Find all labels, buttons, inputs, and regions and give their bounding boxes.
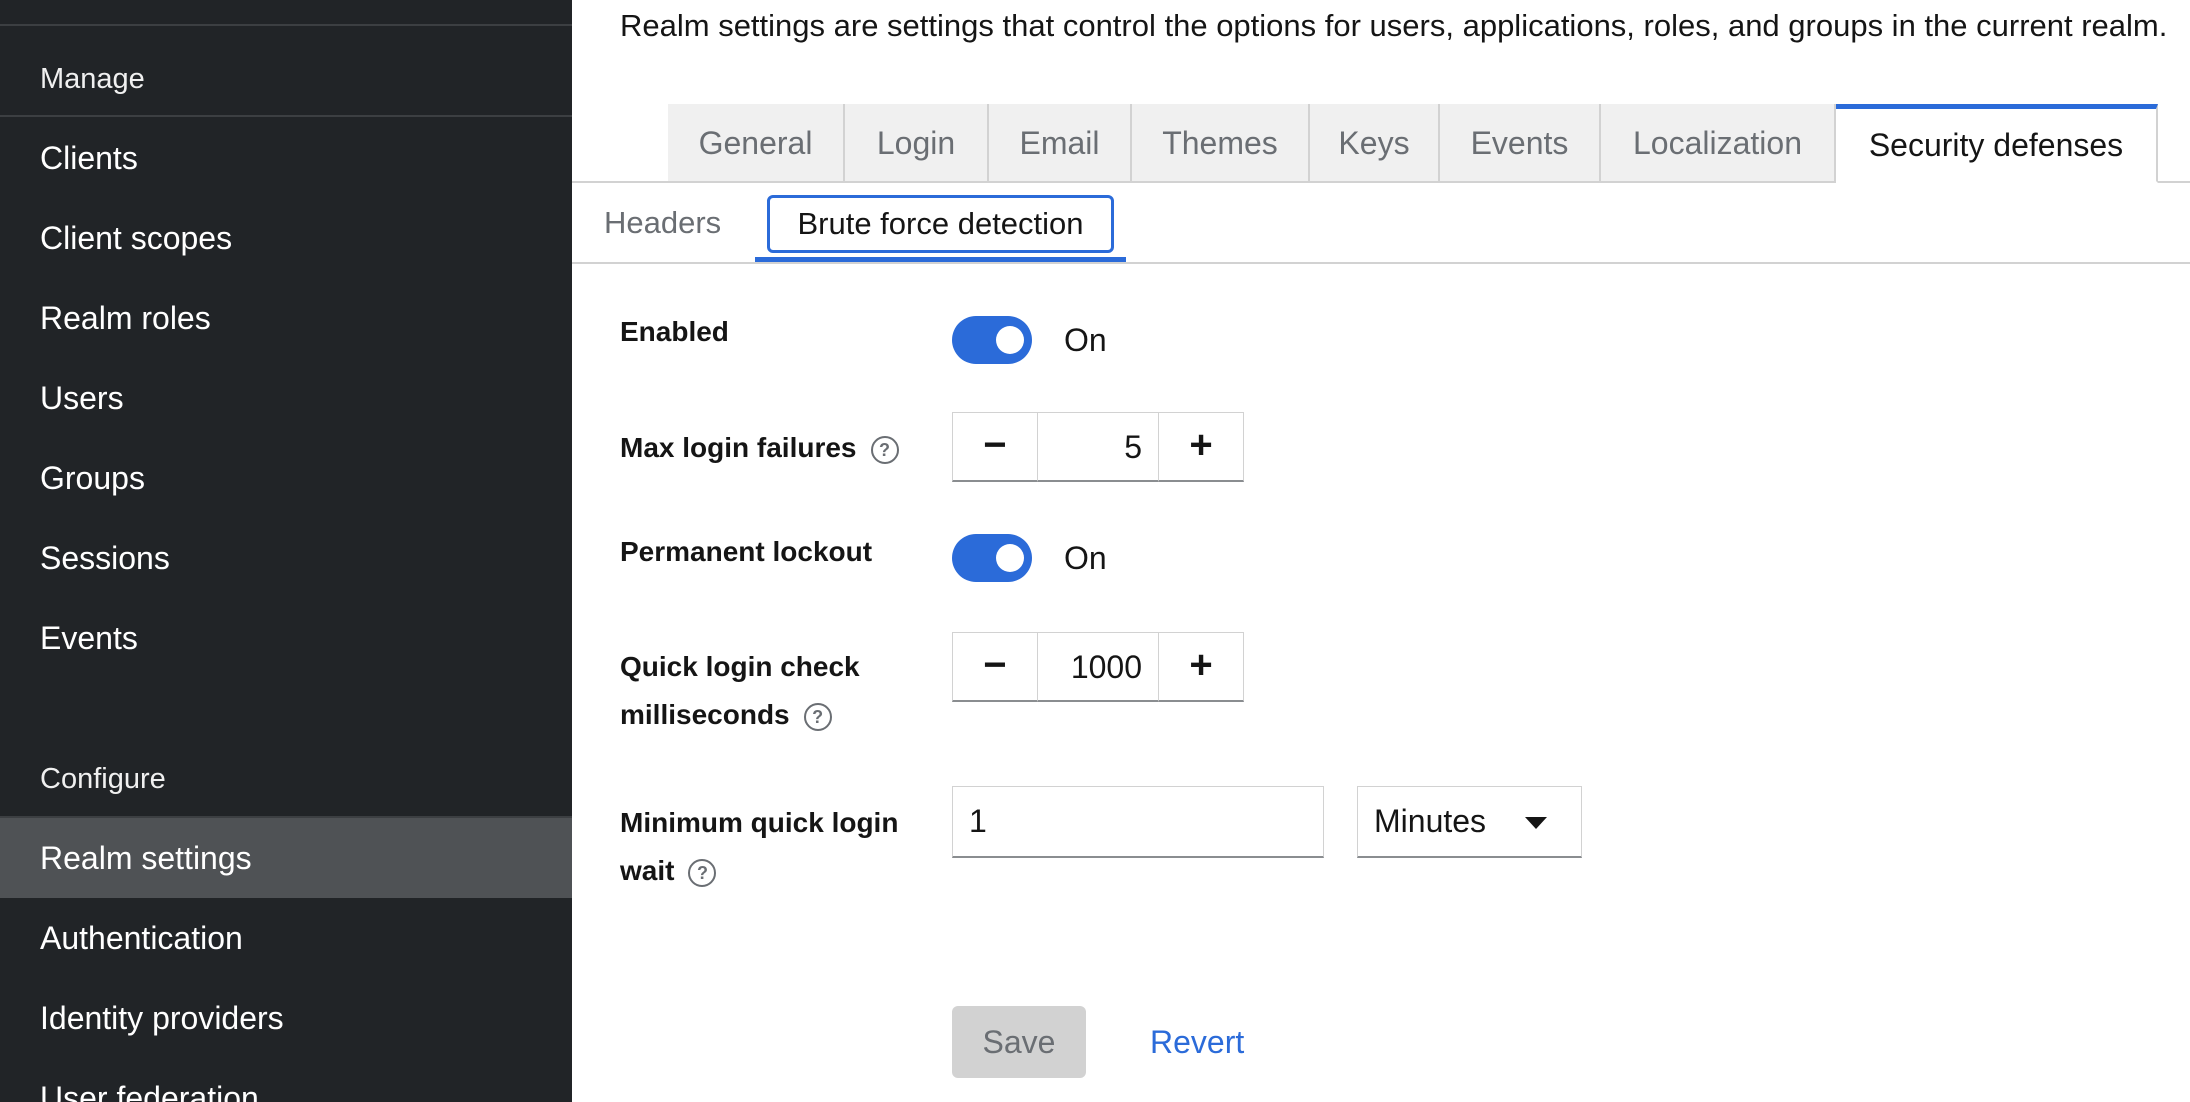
tab-login[interactable]: Login — [845, 104, 989, 183]
minimum-quick-login-wait-input[interactable]: 1 — [952, 786, 1324, 858]
subtab-active-indicator — [755, 257, 1126, 262]
sidebar-item-identity-providers[interactable]: Identity providers — [0, 978, 572, 1058]
tab-general[interactable]: General — [668, 104, 845, 183]
sidebar-item-clients[interactable]: Clients — [0, 118, 572, 198]
quick-login-check-input[interactable]: 1000 — [1038, 632, 1158, 702]
quick-login-check-label-line2: milliseconds — [620, 699, 790, 730]
tab-themes[interactable]: Themes — [1132, 104, 1310, 183]
subtab-headers[interactable]: Headers — [604, 205, 721, 241]
increment-button[interactable]: + — [1158, 412, 1244, 482]
sidebar-item-events[interactable]: Events — [0, 598, 572, 678]
enabled-label-text: Enabled — [620, 316, 729, 347]
minimum-quick-login-wait-label-line2-row: wait? — [620, 847, 898, 895]
tab-keys[interactable]: Keys — [1310, 104, 1440, 183]
sidebar-item-sessions[interactable]: Sessions — [0, 518, 572, 598]
sidebar-divider — [0, 24, 572, 26]
permanent-lockout-label: Permanent lockout — [620, 528, 872, 576]
caret-down-icon — [1525, 817, 1547, 829]
revert-button[interactable]: Revert — [1150, 1006, 1244, 1078]
sidebar-item-user-federation[interactable]: User federation — [0, 1058, 572, 1102]
tab-localization[interactable]: Localization — [1601, 104, 1836, 183]
max-login-failures-label-text: Max login failures — [620, 432, 857, 463]
page-description: Realm settings are settings that control… — [620, 8, 2168, 43]
subtab-brute-force-detection[interactable]: Brute force detection — [767, 195, 1114, 253]
quick-login-check-stepper: − 1000 + — [952, 632, 1244, 704]
sidebar-heading-manage: Manage — [40, 63, 145, 95]
tab-security-defenses[interactable]: Security defenses — [1836, 104, 2158, 183]
permanent-lockout-toggle-state: On — [1064, 540, 1107, 576]
sidebar-heading-configure: Configure — [40, 763, 166, 795]
help-circle-icon[interactable]: ? — [870, 435, 899, 464]
sidebar-divider — [0, 115, 572, 117]
enabled-toggle[interactable] — [952, 316, 1032, 364]
sidebar-item-realm-roles[interactable]: Realm roles — [0, 278, 572, 358]
max-login-failures-input[interactable]: 5 — [1038, 412, 1158, 482]
increment-button[interactable]: + — [1158, 632, 1244, 702]
sidebar-item-authentication[interactable]: Authentication — [0, 898, 572, 978]
sidebar-item-realm-settings[interactable]: Realm settings — [0, 818, 572, 898]
help-circle-icon[interactable]: ? — [688, 858, 717, 887]
quick-login-check-label-line2-row: milliseconds? — [620, 691, 860, 739]
minimum-quick-login-wait-label: Minimum quick login wait? — [620, 799, 898, 895]
sidebar: Manage Clients Client scopes Realm roles… — [0, 0, 572, 1102]
decrement-button[interactable]: − — [952, 632, 1038, 702]
time-unit-select[interactable]: Minutes — [1357, 786, 1582, 858]
tab-email[interactable]: Email — [989, 104, 1132, 183]
save-button[interactable]: Save — [952, 1006, 1086, 1078]
time-unit-value: Minutes — [1374, 803, 1487, 839]
max-login-failures-stepper: − 5 + — [952, 412, 1244, 484]
sidebar-item-users[interactable]: Users — [0, 358, 572, 438]
decrement-button[interactable]: − — [952, 412, 1038, 482]
quick-login-check-label: Quick login check milliseconds? — [620, 643, 860, 739]
sidebar-item-client-scopes[interactable]: Client scopes — [0, 198, 572, 278]
subtabs-baseline — [572, 262, 2190, 264]
max-login-failures-label: Max login failures? — [620, 424, 899, 472]
tab-events[interactable]: Events — [1440, 104, 1601, 183]
minimum-quick-login-wait-label-line1: Minimum quick login — [620, 807, 899, 838]
minimum-quick-login-wait-label-line2: wait — [620, 855, 675, 886]
quick-login-check-label-line1: Quick login check — [620, 651, 860, 682]
permanent-lockout-label-text: Permanent lockout — [620, 536, 873, 567]
enabled-toggle-state: On — [1064, 322, 1107, 358]
help-circle-icon[interactable]: ? — [803, 702, 832, 731]
enabled-label: Enabled — [620, 308, 729, 356]
permanent-lockout-toggle[interactable] — [952, 534, 1032, 582]
sidebar-item-groups[interactable]: Groups — [0, 438, 572, 518]
toggle-knob — [996, 544, 1024, 572]
toggle-knob — [996, 326, 1024, 354]
